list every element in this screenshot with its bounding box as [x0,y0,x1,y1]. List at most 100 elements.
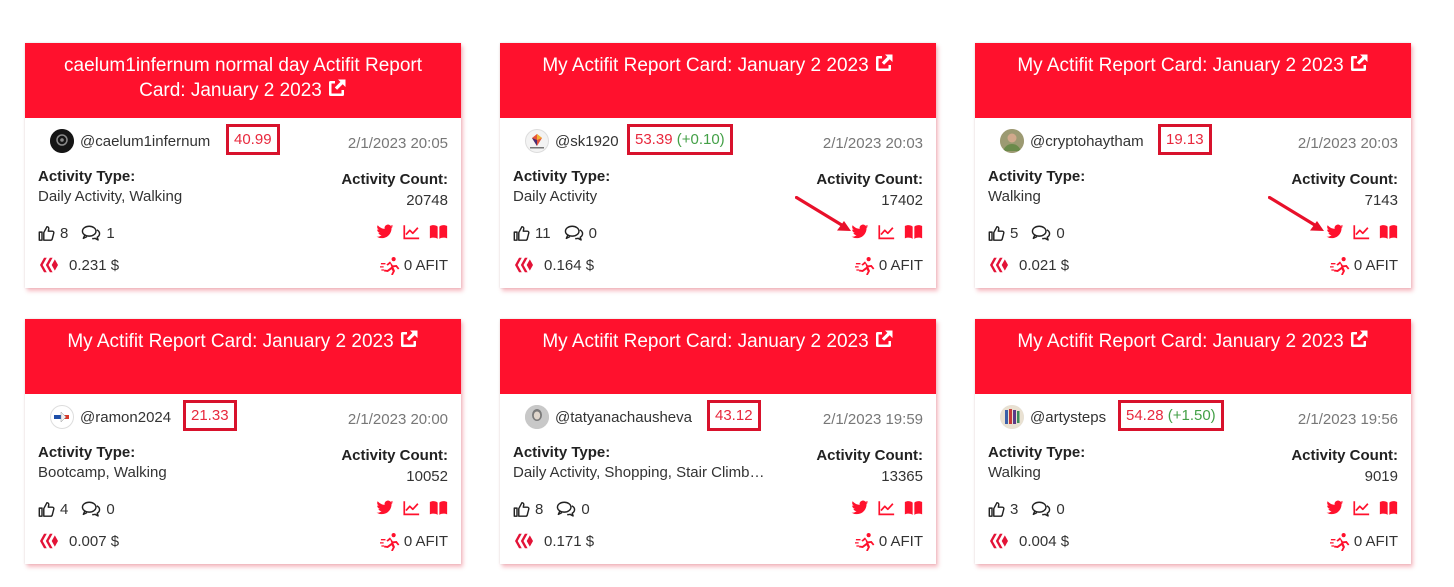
chart-line-icon[interactable] [403,500,420,516]
card-header[interactable]: My Actifit Report Card: January 2 2023 [975,43,1411,118]
external-link-icon[interactable] [327,78,347,98]
activity-count-value: 9019 [1364,468,1398,485]
comment-icon[interactable] [80,224,102,242]
rank-box: 43.12 [707,400,761,431]
user-info[interactable]: @cryptohaytham [1000,129,1144,153]
username[interactable]: @ramon2024 [80,409,171,426]
avatar[interactable] [1000,405,1024,429]
avatar[interactable] [525,129,549,153]
twitter-icon[interactable] [1326,500,1344,516]
book-icon[interactable] [904,500,923,516]
avatar[interactable] [525,405,549,429]
chart-line-icon[interactable] [878,224,895,240]
post-date: 2/1/2023 19:56 [1297,411,1398,428]
user-info[interactable]: @sk1920 [525,129,619,153]
username[interactable]: @artysteps [1030,409,1106,426]
thumbs-up-icon[interactable] [512,224,531,242]
card-title[interactable]: My Actifit Report Card: January 2 2023 [67,331,393,352]
card-header[interactable]: My Actifit Report Card: January 2 2023 [975,319,1411,394]
comment-icon[interactable] [1030,500,1052,518]
runner-icon [855,532,875,551]
card-body: @sk1920 53.39 (+0.10) 2/1/2023 20:03 Act… [500,118,936,288]
thumbs-up-icon[interactable] [512,500,531,518]
comment-icon[interactable] [555,500,577,518]
payout: 0.007 $ [39,532,119,550]
comment-count: 0 [1056,500,1065,518]
card-title[interactable]: My Actifit Report Card: January 2 2023 [542,55,868,76]
chart-line-icon[interactable] [403,224,420,240]
card-header[interactable]: My Actifit Report Card: January 2 2023 [25,319,461,394]
external-link-icon[interactable] [1349,53,1369,73]
thumbs-up-icon[interactable] [37,224,56,242]
post-date: 2/1/2023 20:00 [347,411,448,428]
thumbs-up-icon[interactable] [987,224,1006,242]
card-header[interactable]: My Actifit Report Card: January 2 2023 [500,43,936,118]
afit-reward: 0 AFIT [1330,256,1398,275]
afit-value: 0 AFIT [878,533,923,550]
avatar[interactable] [50,129,74,153]
thumbs-up-icon[interactable] [37,500,56,518]
external-link-icon[interactable] [399,329,419,349]
activity-type-value: Walking [988,464,1041,481]
activity-count-value: 20748 [406,192,448,209]
payout-value: 0.021 $ [1019,256,1070,274]
card-title[interactable]: caelum1infernum normal day Actifit Repor… [64,55,422,101]
post-stats: 3 0 [987,500,1077,518]
comment-icon[interactable] [80,500,102,518]
activity-type-label: Activity Type: [988,168,1086,185]
twitter-icon[interactable] [851,224,869,240]
book-icon[interactable] [1379,224,1398,240]
card-header[interactable]: caelum1infernum normal day Actifit Repor… [25,43,461,118]
payout-value: 0.171 $ [544,532,595,550]
thumbs-up-icon[interactable] [987,500,1006,518]
afit-value: 0 AFIT [1353,257,1398,274]
twitter-icon[interactable] [376,500,394,516]
book-icon[interactable] [429,500,448,516]
external-link-icon[interactable] [874,53,894,73]
book-icon[interactable] [1379,500,1398,516]
twitter-icon[interactable] [376,224,394,240]
activity-count-label: Activity Count: [341,171,448,188]
username[interactable]: @tatyanachausheva [555,409,692,426]
external-link-icon[interactable] [1349,329,1369,349]
comment-icon[interactable] [563,224,585,242]
payout-value: 0.231 $ [69,256,120,274]
book-icon[interactable] [429,224,448,240]
action-icons [376,224,448,240]
username[interactable]: @cryptohaytham [1030,133,1144,150]
chart-line-icon[interactable] [1353,500,1370,516]
chart-line-icon[interactable] [878,500,895,516]
activity-type-value: Daily Activity [513,188,598,205]
payout: 0.164 $ [514,256,594,274]
book-icon[interactable] [904,224,923,240]
afit-reward: 0 AFIT [1330,532,1398,551]
payout: 0.021 $ [989,256,1069,274]
user-info[interactable]: @ramon2024 [50,405,171,429]
comment-icon[interactable] [1030,224,1052,242]
like-count: 5 [1010,224,1019,242]
avatar[interactable] [1000,129,1024,153]
rank-box: 40.99 [226,124,280,155]
user-info[interactable]: @artysteps [1000,405,1106,429]
payout-value: 0.004 $ [1019,532,1070,550]
card-title[interactable]: My Actifit Report Card: January 2 2023 [1017,55,1343,76]
activity-type-value: Walking [988,188,1041,205]
username[interactable]: @caelum1infernum [80,133,210,150]
avatar[interactable] [50,405,74,429]
action-icons [851,500,923,516]
external-link-icon[interactable] [874,329,894,349]
post-date: 2/1/2023 19:59 [822,411,923,428]
user-info[interactable]: @tatyanachausheva [525,405,692,429]
chart-line-icon[interactable] [1353,224,1370,240]
hive-icon [514,532,534,550]
card-title[interactable]: My Actifit Report Card: January 2 2023 [542,331,868,352]
like-count: 8 [60,224,69,242]
activity-type-label: Activity Type: [513,168,611,185]
username[interactable]: @sk1920 [555,133,619,150]
twitter-icon[interactable] [1326,224,1344,240]
afit-value: 0 AFIT [403,257,448,274]
card-title[interactable]: My Actifit Report Card: January 2 2023 [1017,331,1343,352]
card-header[interactable]: My Actifit Report Card: January 2 2023 [500,319,936,394]
twitter-icon[interactable] [851,500,869,516]
user-info[interactable]: @caelum1infernum [50,129,210,153]
